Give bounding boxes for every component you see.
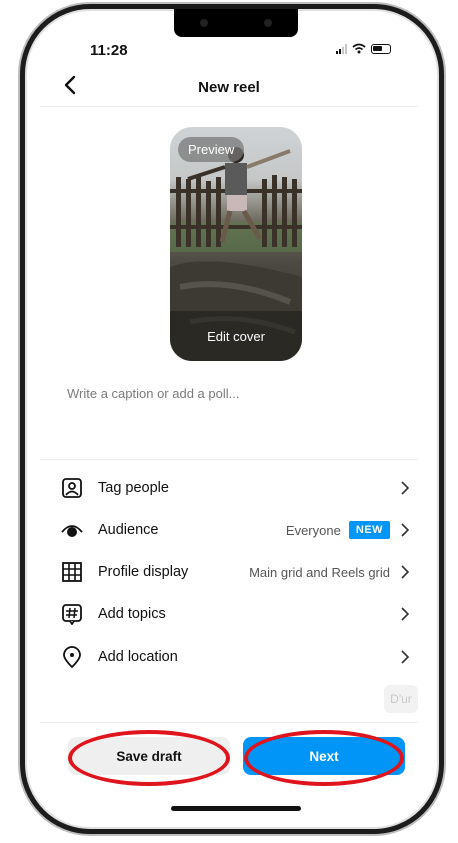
chevron-right-icon bbox=[401, 523, 410, 537]
option-label: Add topics bbox=[98, 606, 166, 622]
add-topics-row[interactable]: Add topics bbox=[60, 599, 412, 629]
preview-button[interactable]: Preview bbox=[178, 137, 245, 162]
status-time: 11:28 bbox=[90, 42, 128, 59]
location-suggestion-chip[interactable]: D'ur bbox=[384, 685, 418, 713]
battery-icon bbox=[371, 43, 391, 54]
status-icons bbox=[336, 43, 391, 54]
signal-icon bbox=[336, 43, 347, 54]
wifi-icon bbox=[352, 43, 366, 54]
grid-icon bbox=[60, 560, 84, 584]
home-indicator bbox=[171, 806, 301, 811]
save-draft-button[interactable]: Save draft bbox=[68, 737, 230, 775]
location-pin-icon bbox=[60, 645, 84, 669]
eye-icon bbox=[60, 518, 84, 542]
reel-preview-thumbnail[interactable]: Preview Edit cover bbox=[170, 127, 302, 361]
profile-display-row[interactable]: Profile display Main grid and Reels grid bbox=[60, 557, 412, 587]
header-divider bbox=[40, 106, 418, 107]
tag-person-icon bbox=[60, 476, 84, 500]
chevron-right-icon bbox=[401, 607, 410, 621]
caption-divider bbox=[40, 459, 418, 460]
hashtag-icon bbox=[60, 602, 84, 626]
page-title: New reel bbox=[198, 79, 260, 96]
tag-people-row[interactable]: Tag people bbox=[60, 473, 412, 503]
edit-cover-button[interactable]: Edit cover bbox=[170, 311, 302, 361]
camera-notch bbox=[174, 9, 298, 37]
option-label: Profile display bbox=[98, 564, 189, 580]
next-button[interactable]: Next bbox=[243, 737, 405, 775]
audience-row[interactable]: Audience Everyone NEW bbox=[60, 515, 412, 545]
chevron-right-icon bbox=[401, 650, 410, 664]
caption-input[interactable]: Write a caption or add a poll... bbox=[67, 386, 239, 401]
option-value: Everyone bbox=[285, 522, 341, 538]
add-location-row[interactable]: Add location bbox=[60, 642, 412, 672]
chevron-right-icon bbox=[401, 565, 410, 579]
option-value: Main grid and Reels grid bbox=[249, 564, 390, 580]
footer-divider bbox=[40, 722, 418, 723]
option-label: Tag people bbox=[98, 480, 169, 496]
new-badge: NEW bbox=[348, 521, 390, 539]
option-label: Audience bbox=[98, 522, 159, 538]
option-label: Add location bbox=[98, 649, 178, 665]
chevron-right-icon bbox=[401, 481, 410, 495]
